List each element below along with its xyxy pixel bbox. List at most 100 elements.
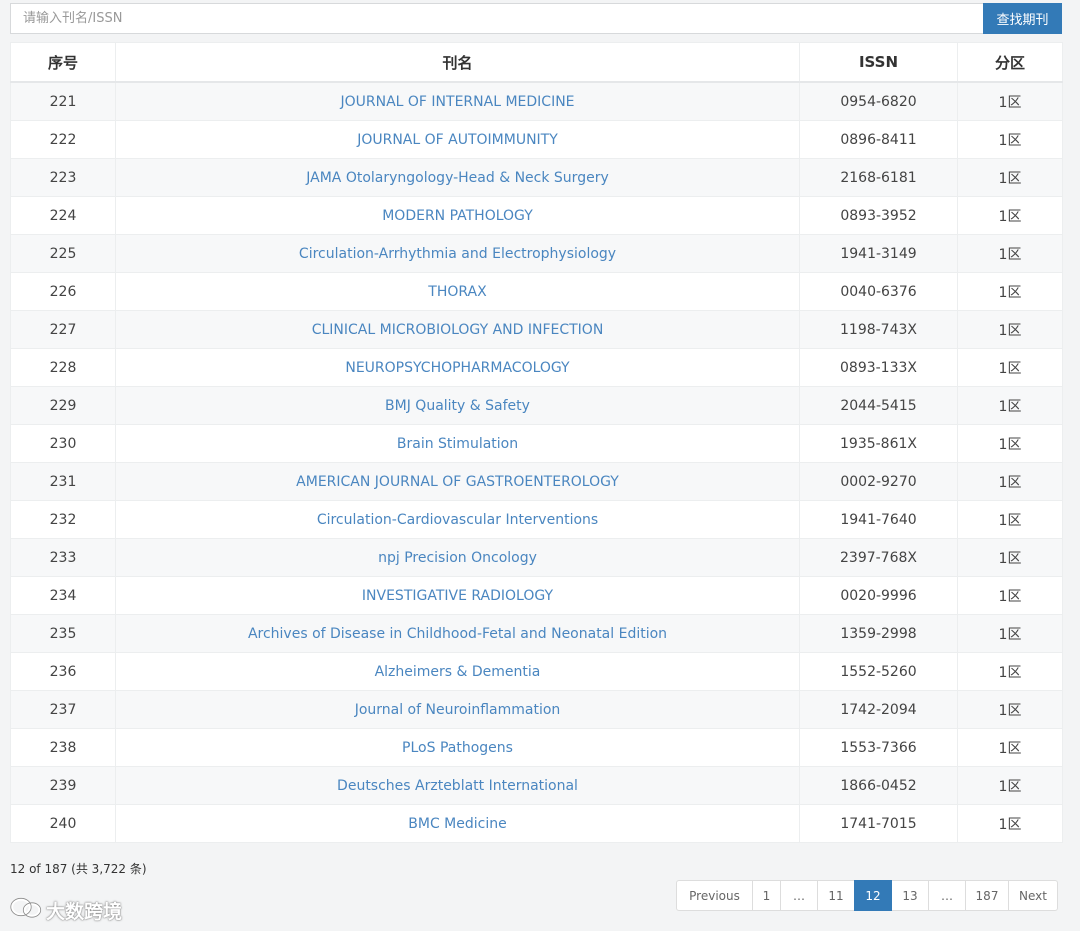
page-187-button[interactable]: 187 [965, 880, 1009, 911]
row-issn: 1742-2094 [799, 690, 958, 729]
search-bar: 查找期刊 [10, 3, 1062, 34]
row-journal-name-cell: Journal of Neuroinflammation [115, 690, 800, 729]
row-journal-name-cell: BMC Medicine [115, 804, 800, 843]
table-row: 235 Archives of Disease in Childhood-Feta… [10, 614, 1063, 653]
row-seq: 236 [10, 652, 116, 691]
page-info: 12 of 187 (共 3,722 条) [10, 862, 147, 876]
row-seq: 221 [10, 81, 116, 121]
table-row: 222 JOURNAL OF AUTOIMMUNITY 0896-8411 1区 [10, 120, 1063, 159]
search-input[interactable] [10, 3, 983, 34]
row-zone: 1区 [957, 690, 1063, 729]
journal-link[interactable]: JAMA Otolaryngology-Head & Neck Surgery [306, 170, 608, 186]
watermark-text: 大数跨境 [46, 901, 123, 923]
table-row: 239 Deutsches Arzteblatt International 186… [10, 766, 1063, 805]
journal-link[interactable]: PLoS Pathogens [402, 740, 513, 756]
page-next-button[interactable]: Next [1008, 880, 1058, 911]
header-seq: 序号 [10, 42, 116, 83]
row-journal-name-cell: Brain Stimulation [115, 424, 800, 463]
journal-link[interactable]: BMC Medicine [408, 816, 506, 832]
journal-link[interactable]: JOURNAL OF AUTOIMMUNITY [357, 132, 558, 148]
row-zone: 1区 [957, 424, 1063, 463]
journal-link[interactable]: AMERICAN JOURNAL OF GASTROENTEROLOGY [296, 474, 619, 490]
journal-link[interactable]: THORAX [428, 284, 486, 300]
row-journal-name-cell: Circulation-Arrhythmia and Electrophysio… [115, 234, 800, 273]
pagination: Previous 1… 11 12 13… 187 Next [676, 880, 1058, 911]
row-zone: 1区 [957, 386, 1063, 425]
row-issn: 0893-133X [799, 348, 958, 387]
row-seq: 230 [10, 424, 116, 463]
journal-link[interactable]: Journal of Neuroinflammation [355, 702, 561, 718]
row-issn: 1198-743X [799, 310, 958, 349]
row-journal-name-cell: BMJ Quality & Safety [115, 386, 800, 425]
journal-link[interactable]: JOURNAL OF INTERNAL MEDICINE [340, 94, 574, 110]
journal-link[interactable]: INVESTIGATIVE RADIOLOGY [362, 588, 553, 604]
page-previous-button[interactable]: Previous [676, 880, 753, 911]
row-seq: 232 [10, 500, 116, 539]
table-header-row: 序号 刊名 ISSN 分区 [10, 42, 1063, 83]
journal-link[interactable]: Circulation-Arrhythmia and Electrophysio… [299, 246, 616, 262]
row-seq: 239 [10, 766, 116, 805]
page-12-button[interactable]: 12 [854, 880, 892, 911]
header-zone: 分区 [957, 42, 1063, 83]
row-zone: 1区 [957, 81, 1063, 121]
table-row: 231 AMERICAN JOURNAL OF GASTROENTEROLOGY 0… [10, 462, 1063, 501]
journal-link[interactable]: BMJ Quality & Safety [385, 398, 530, 414]
row-zone: 1区 [957, 728, 1063, 767]
row-issn: 0954-6820 [799, 81, 958, 121]
table-row: 232 Circulation-Cardiovascular Interventi… [10, 500, 1063, 539]
header-issn: ISSN [799, 42, 958, 83]
row-issn: 0040-6376 [799, 272, 958, 311]
row-journal-name-cell: NEUROPSYCHOPHARMACOLOGY [115, 348, 800, 387]
table-row: 236 Alzheimers & Dementia 1552-5260 1区 [10, 652, 1063, 691]
row-journal-name-cell: INVESTIGATIVE RADIOLOGY [115, 576, 800, 615]
row-seq: 238 [10, 728, 116, 767]
row-journal-name-cell: PLoS Pathogens [115, 728, 800, 767]
row-zone: 1区 [957, 348, 1063, 387]
row-journal-name-cell: MODERN PATHOLOGY [115, 196, 800, 235]
journal-table-container: 序号 刊名 ISSN 分区 221 JOURNAL OF INTERNAL MED… [10, 42, 1063, 843]
row-seq: 237 [10, 690, 116, 729]
row-journal-name-cell: Deutsches Arzteblatt International [115, 766, 800, 805]
page-1-button[interactable]: 1 [752, 880, 781, 911]
page-13-button[interactable]: 13 [891, 880, 929, 911]
row-seq: 224 [10, 196, 116, 235]
journal-link[interactable]: NEUROPSYCHOPHARMACOLOGY [345, 360, 569, 376]
row-journal-name-cell: Alzheimers & Dementia [115, 652, 800, 691]
page-ellipsis: … [780, 880, 818, 911]
row-journal-name-cell: JOURNAL OF AUTOIMMUNITY [115, 120, 800, 159]
page-11-button[interactable]: 11 [817, 880, 855, 911]
row-zone: 1区 [957, 538, 1063, 577]
journal-link[interactable]: Brain Stimulation [397, 436, 518, 452]
row-zone: 1区 [957, 804, 1063, 843]
row-zone: 1区 [957, 652, 1063, 691]
journal-link[interactable]: Archives of Disease in Childhood-Fetal a… [248, 626, 667, 642]
row-zone: 1区 [957, 462, 1063, 501]
row-seq: 240 [10, 804, 116, 843]
journal-link[interactable]: npj Precision Oncology [378, 550, 537, 566]
search-button[interactable]: 查找期刊 [983, 3, 1062, 34]
row-zone: 1区 [957, 576, 1063, 615]
table-row: 237 Journal of Neuroinflammation 1742-2094… [10, 690, 1063, 729]
row-zone: 1区 [957, 272, 1063, 311]
row-seq: 223 [10, 158, 116, 197]
row-issn: 2168-6181 [799, 158, 958, 197]
row-seq: 226 [10, 272, 116, 311]
row-seq: 235 [10, 614, 116, 653]
journal-link[interactable]: MODERN PATHOLOGY [382, 208, 533, 224]
row-journal-name-cell: Circulation-Cardiovascular Interventions [115, 500, 800, 539]
table-row: 234 INVESTIGATIVE RADIOLOGY 0020-9996 1区 [10, 576, 1063, 615]
row-journal-name-cell: JOURNAL OF INTERNAL MEDICINE [115, 81, 800, 121]
row-journal-name-cell: npj Precision Oncology [115, 538, 800, 577]
journal-link[interactable]: Deutsches Arzteblatt International [337, 778, 578, 794]
row-issn: 1866-0452 [799, 766, 958, 805]
row-zone: 1区 [957, 614, 1063, 653]
journal-link[interactable]: Circulation-Cardiovascular Interventions [317, 512, 598, 528]
row-journal-name-cell: Archives of Disease in Childhood-Fetal a… [115, 614, 800, 653]
row-issn: 1553-7366 [799, 728, 958, 767]
row-issn: 1935-861X [799, 424, 958, 463]
journal-link[interactable]: Alzheimers & Dementia [375, 664, 541, 680]
journal-link[interactable]: CLINICAL MICROBIOLOGY AND INFECTION [312, 322, 604, 338]
watermark: 大数跨境 [10, 897, 122, 924]
row-journal-name-cell: CLINICAL MICROBIOLOGY AND INFECTION [115, 310, 800, 349]
row-zone: 1区 [957, 120, 1063, 159]
